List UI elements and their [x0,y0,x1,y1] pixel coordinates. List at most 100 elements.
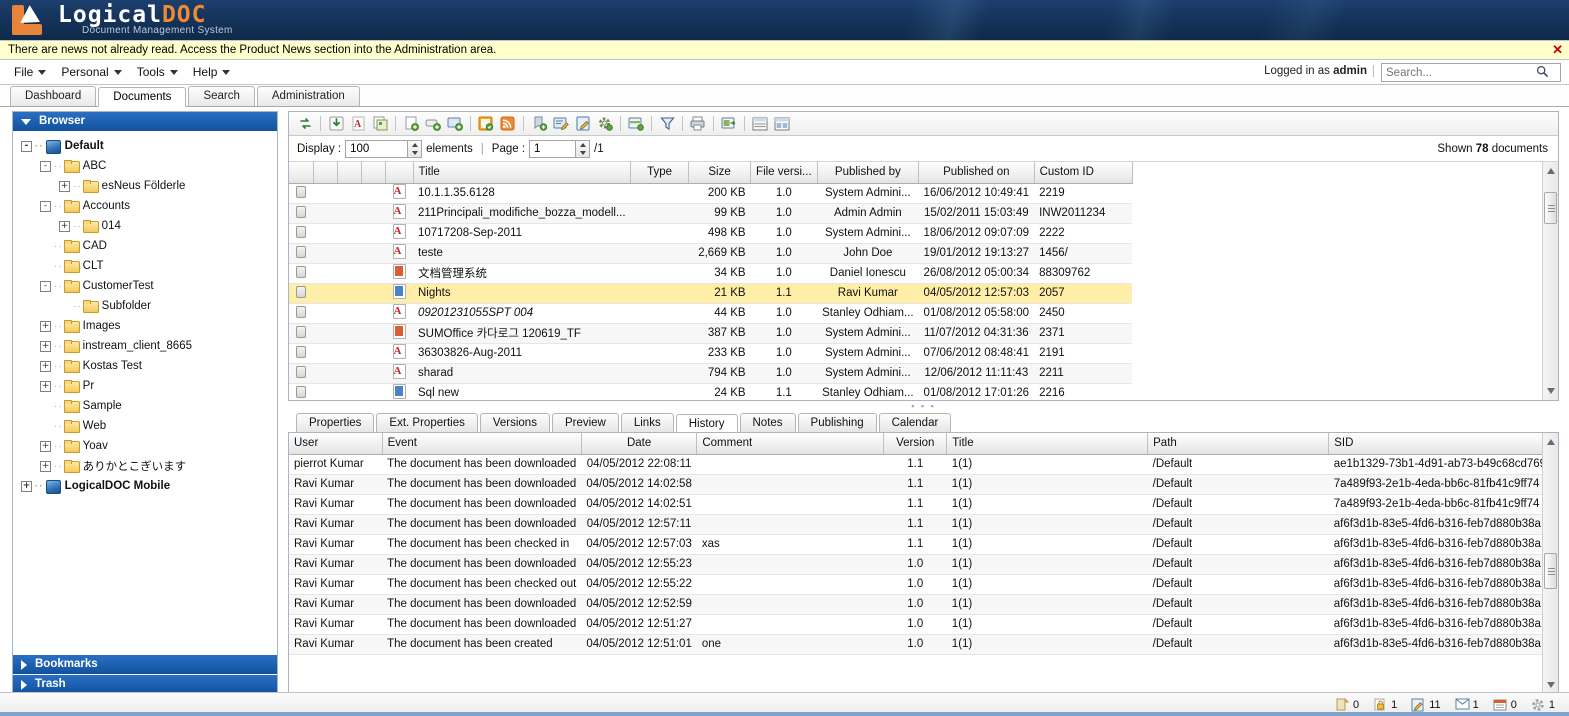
history-column-header[interactable]: Event [382,433,582,455]
download-icon[interactable] [326,114,346,133]
tree-node[interactable]: ·· Web [13,416,277,436]
menu-item-file[interactable]: File [8,63,55,81]
expand-icon[interactable]: + [40,340,51,352]
detail-tab-notes[interactable]: Notes [739,413,796,432]
status-item-messages[interactable]: 1 [1455,698,1479,712]
history-column-header[interactable]: Date [581,433,698,455]
edit-properties-icon[interactable] [551,114,571,133]
expand-icon[interactable]: + [59,220,70,232]
document-lock-cell[interactable] [289,263,313,284]
tree-node[interactable]: ·· CLT [13,256,277,276]
history-row[interactable]: Ravi Kumar The document has been checked … [289,534,1558,555]
documents-vertical-scrollbar[interactable] [1542,162,1558,400]
detail-tab-versions[interactable]: Versions [479,413,550,432]
document-row[interactable]: teste 2,669 KB1.0John Doe19/01/2012 19:13… [289,243,1133,264]
tree-node[interactable]: + ·· Kostas Test [13,356,277,376]
tree-node[interactable]: - ·· Accounts [13,196,277,216]
document-lock-cell[interactable] [289,283,313,304]
expand-icon[interactable]: + [40,460,51,472]
documents-column-header[interactable]: Size [688,162,752,184]
tree-node[interactable]: - ·· Default [13,136,277,156]
detail-tab-ext-properties[interactable]: Ext. Properties [376,413,478,432]
history-column-header[interactable]: SID [1328,433,1558,455]
collapse-icon[interactable]: - [40,200,51,212]
status-item-calendar[interactable]: 0 [1493,698,1517,712]
export-pdf-icon[interactable]: A [348,114,368,133]
tree-node[interactable]: + ·· esNeus Földerle [13,176,277,196]
documents-column-header[interactable]: Title [413,162,632,184]
collapse-icon[interactable]: - [40,160,51,172]
documents-column-header[interactable]: Type [630,162,690,184]
panel-splitter[interactable]: ▪ ▪ ▪ [288,401,1559,411]
history-column-header[interactable]: Title [946,433,1149,455]
copy-icon[interactable] [370,114,390,133]
filter-icon[interactable] [657,114,677,133]
history-column-header[interactable]: Comment [696,433,885,455]
tree-node[interactable]: ·· CAD [13,236,277,256]
document-lock-cell[interactable] [289,323,313,344]
history-row[interactable]: Ravi Kumar The document has been download… [289,554,1558,575]
documents-column-header[interactable]: Custom ID [1034,162,1133,184]
scroll-thumb[interactable] [1544,553,1557,589]
stepper-down-icon[interactable] [408,149,421,157]
page-stepper-buttons[interactable] [575,139,591,158]
status-item-checkout[interactable]: 11 [1411,698,1441,712]
history-row[interactable]: Ravi Kumar The document has been download… [289,474,1558,495]
tab-administration[interactable]: Administration [256,86,360,106]
search-box[interactable] [1381,63,1561,82]
sidebar-section-bookmarks[interactable]: Bookmarks [13,655,277,674]
document-lock-cell[interactable] [289,223,313,244]
search-input[interactable] [1382,65,1532,80]
documents-column-header[interactable] [289,162,314,184]
expand-icon[interactable]: + [21,480,32,492]
menu-item-tools[interactable]: Tools [131,63,187,81]
scroll-down-icon[interactable] [1547,388,1555,394]
sidebar-section-browser[interactable]: Browser [13,112,277,131]
history-row[interactable]: Ravi Kumar The document has been checked … [289,574,1558,595]
status-item-tasks-gear[interactable]: 1 [1531,698,1555,712]
detail-tab-properties[interactable]: Properties [296,413,375,432]
expand-icon[interactable]: + [40,320,51,332]
display-stepper[interactable] [345,139,423,158]
tree-node[interactable]: + ·· Pr [13,376,277,396]
document-lock-cell[interactable] [289,203,313,224]
detail-tab-calendar[interactable]: Calendar [878,413,952,432]
document-row[interactable]: 36303826-Aug-2011 233 KB1.0System Admini.… [289,343,1133,364]
display-stepper-buttons[interactable] [407,139,423,158]
history-row[interactable]: Ravi Kumar The document has been download… [289,514,1558,535]
status-item-documents[interactable]: 0 [1335,697,1359,712]
close-icon[interactable]: ✕ [1552,43,1563,57]
scroll-up-icon[interactable] [1547,439,1555,445]
history-row[interactable]: Ravi Kumar The document has been created 0… [289,634,1558,655]
documents-column-header[interactable]: Published by [817,162,920,184]
history-row[interactable]: Ravi Kumar The document has been download… [289,494,1558,515]
stepper-up-icon[interactable] [576,141,589,149]
tab-search[interactable]: Search [188,86,255,106]
add-bookmark-icon[interactable] [529,114,549,133]
page-stepper[interactable] [529,139,591,158]
document-row[interactable]: SUMOffice 카다로그 120619_TF 387 KB 1.0 System … [289,323,1133,344]
tree-node[interactable]: + ·· Yoav [13,436,277,456]
bulk-update-icon[interactable] [476,114,496,133]
history-column-header[interactable]: Version [883,433,948,455]
history-column-header[interactable]: Path [1147,433,1330,455]
detail-tab-links[interactable]: Links [620,413,674,432]
stepper-up-icon[interactable] [408,141,421,149]
status-item-locked[interactable]: 1 [1373,698,1397,712]
refresh-icon[interactable] [295,114,315,133]
document-row[interactable]: 211Principali_modifiche_bozza_modell... 9… [289,203,1133,224]
document-lock-cell[interactable] [289,363,313,384]
expand-icon[interactable]: + [59,180,70,192]
list-view-icon[interactable] [750,114,770,133]
document-lock-cell[interactable] [289,383,313,400]
document-lock-cell[interactable] [289,183,313,204]
document-lock-cell[interactable] [289,243,313,264]
history-vertical-scrollbar[interactable] [1542,433,1558,694]
document-row[interactable]: 09201231055SPT 004 44 KB1.0Stanley Odhiam… [289,303,1133,324]
add-link-icon[interactable] [423,114,443,133]
tree-node[interactable]: + ·· 014 [13,216,277,236]
expand-icon[interactable]: + [40,380,51,392]
document-row[interactable]: 10.1.1.35.6128 200 KB1.0System Admini...1… [289,183,1133,204]
gallery-view-icon[interactable] [772,114,792,133]
tree-node[interactable]: + ·· ありかとこぎいます [13,456,277,476]
